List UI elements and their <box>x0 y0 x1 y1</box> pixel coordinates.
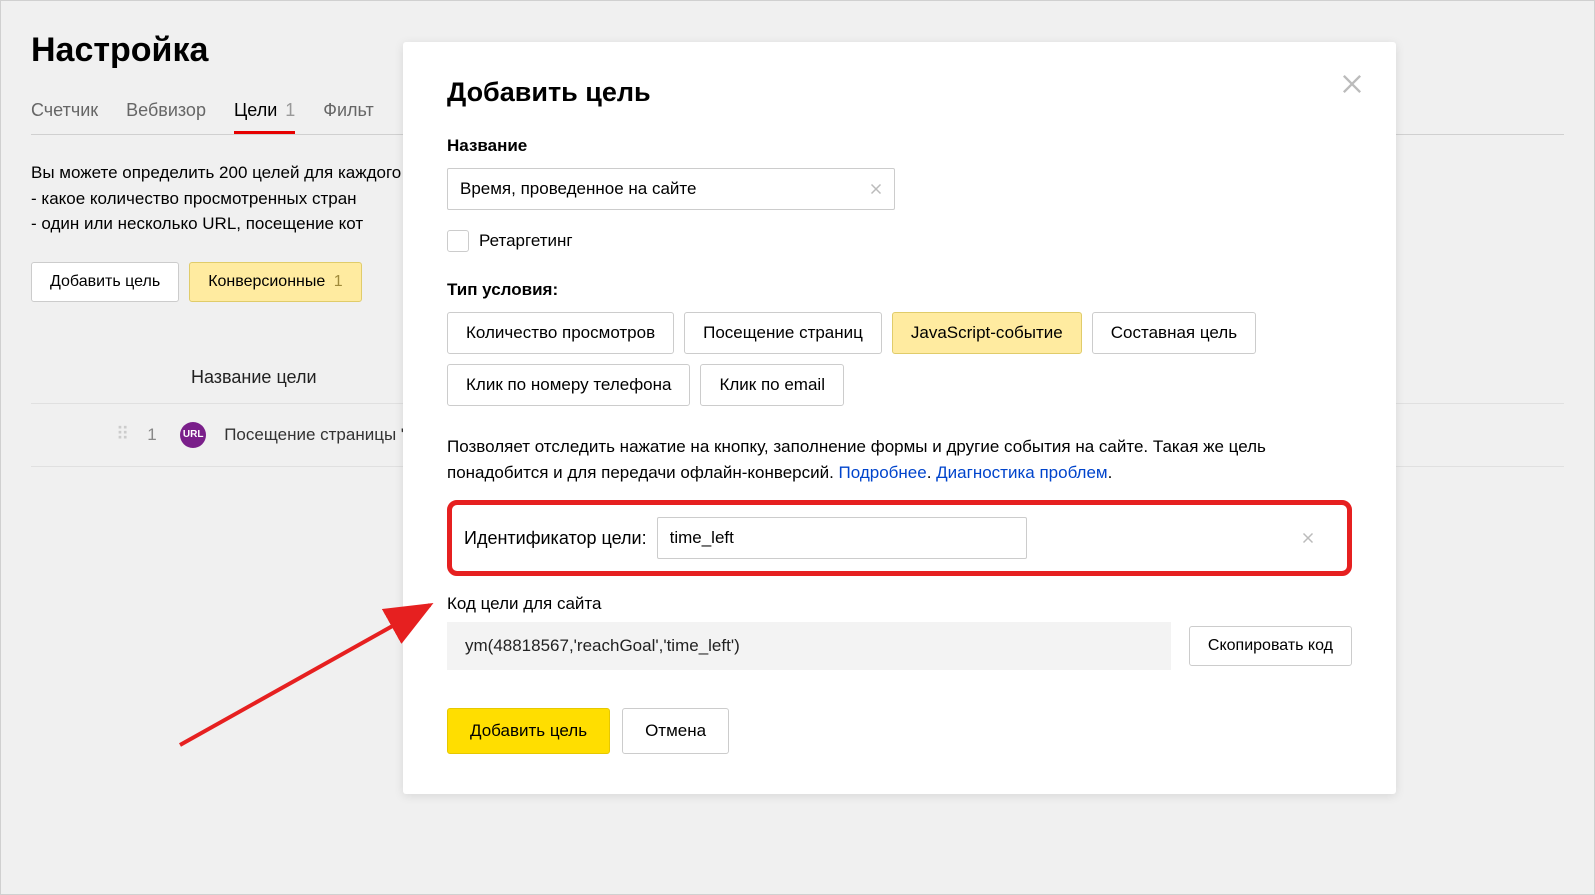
clear-id-icon[interactable] <box>1299 529 1317 547</box>
help-text: Позволяет отследить нажатие на кнопку, з… <box>447 434 1352 485</box>
add-goal-modal: Добавить цель Название Ретаргетинг Тип у… <box>403 42 1396 794</box>
drag-handle-icon[interactable]: ⠿ <box>116 424 129 445</box>
cond-composite-button[interactable]: Составная цель <box>1092 312 1256 354</box>
cancel-button[interactable]: Отмена <box>622 708 729 754</box>
tab-webvisor[interactable]: Вебвизор <box>126 100 206 134</box>
row-name: Посещение страницы "С <box>224 425 419 445</box>
goal-id-label: Идентификатор цели: <box>464 528 647 549</box>
submit-button[interactable]: Добавить цель <box>447 708 610 754</box>
retargeting-label: Ретаргетинг <box>479 231 573 251</box>
cond-email-button[interactable]: Клик по email <box>700 364 844 406</box>
tab-counter[interactable]: Счетчик <box>31 100 98 134</box>
conversion-filter-button[interactable]: Конверсионные 1 <box>189 262 361 302</box>
cond-js-button[interactable]: JavaScript-событие <box>892 312 1082 354</box>
tab-filters[interactable]: Фильт <box>323 100 373 134</box>
cond-pages-button[interactable]: Посещение страниц <box>684 312 882 354</box>
cond-phone-button[interactable]: Клик по номеру телефона <box>447 364 690 406</box>
close-icon[interactable] <box>1338 70 1366 98</box>
clear-name-icon[interactable] <box>867 180 885 198</box>
name-label: Название <box>447 136 1352 156</box>
goal-id-highlight: Идентификатор цели: <box>447 500 1352 576</box>
code-label: Код цели для сайта <box>447 594 1352 614</box>
add-goal-button[interactable]: Добавить цель <box>31 262 179 302</box>
goal-id-input[interactable] <box>657 517 1027 559</box>
conversion-count: 1 <box>334 273 343 290</box>
tab-goals-label: Цели <box>234 100 277 120</box>
tab-goals[interactable]: Цели 1 <box>234 100 295 134</box>
help-link-diagnostics[interactable]: Диагностика проблем <box>936 463 1107 482</box>
help-end: . <box>1108 463 1113 482</box>
tab-goals-count: 1 <box>285 100 295 120</box>
cond-views-button[interactable]: Количество просмотров <box>447 312 674 354</box>
condition-type-label: Тип условия: <box>447 280 1352 300</box>
retargeting-checkbox[interactable] <box>447 230 469 252</box>
help-sep: . <box>927 463 936 482</box>
help-link-more[interactable]: Подробнее <box>839 463 927 482</box>
conversion-label: Конверсионные <box>208 273 325 290</box>
row-index: 1 <box>147 425 162 445</box>
modal-title: Добавить цель <box>447 77 1352 108</box>
url-badge-icon: URL <box>180 422 206 448</box>
code-snippet: ym(48818567,'reachGoal','time_left') <box>447 622 1171 670</box>
copy-code-button[interactable]: Скопировать код <box>1189 626 1352 666</box>
goal-name-input[interactable] <box>447 168 895 210</box>
